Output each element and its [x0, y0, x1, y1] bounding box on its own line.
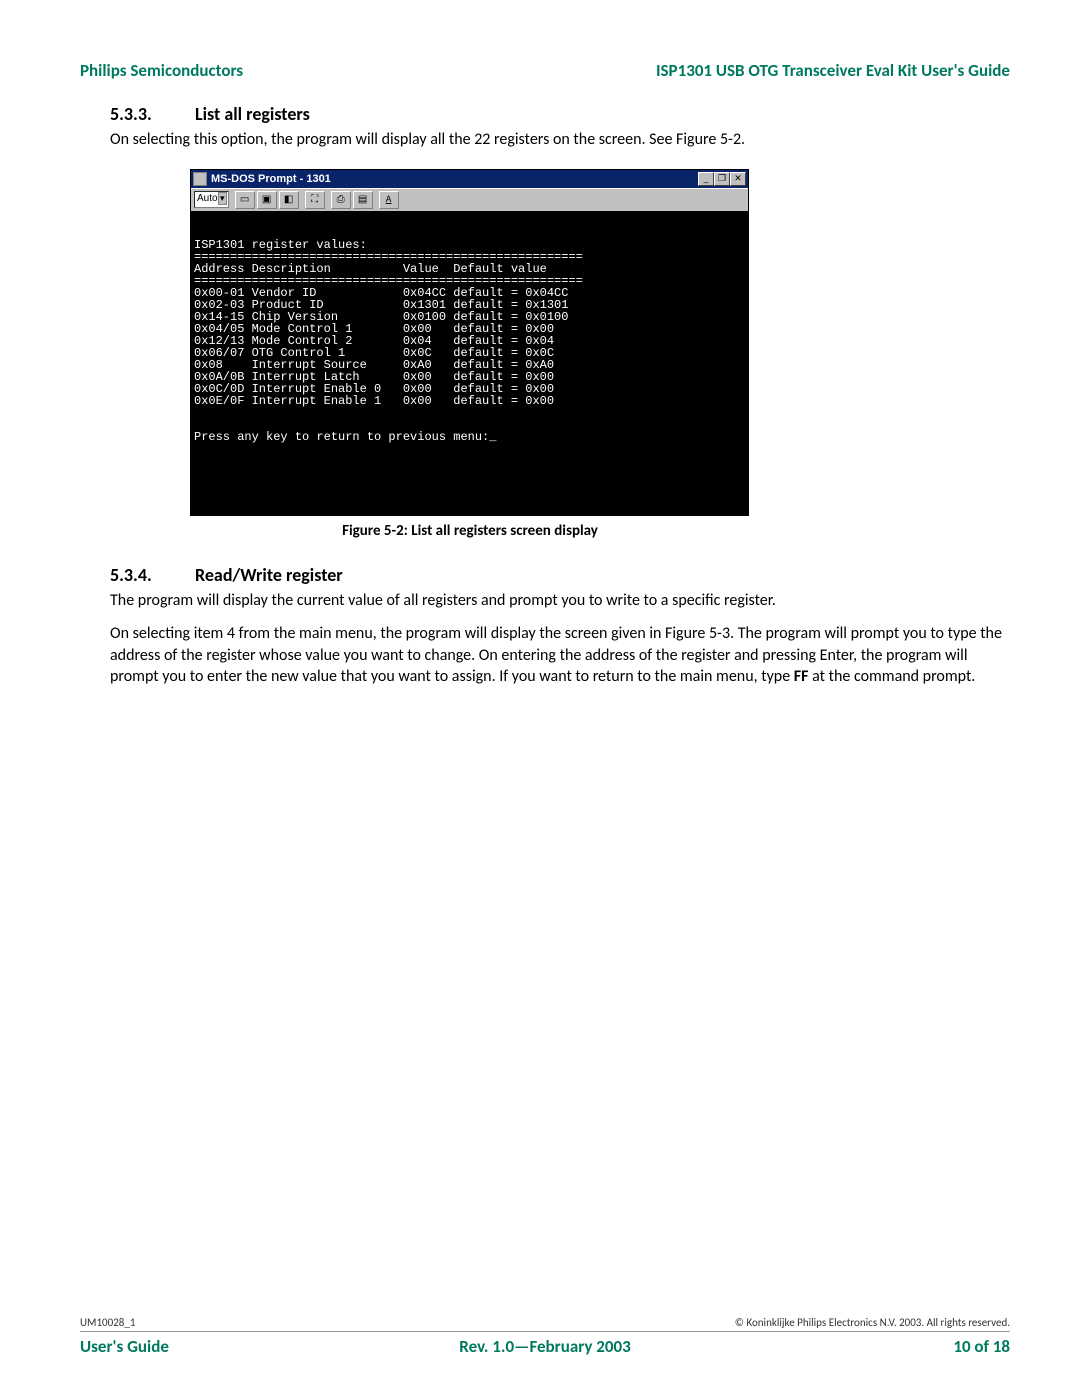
- page-header: Philips Semiconductors ISP1301 USB OTG T…: [80, 60, 1010, 81]
- footer-center: Rev. 1.0—February 2003: [390, 1336, 700, 1357]
- section-body-534a: The program will display the current val…: [110, 590, 1010, 612]
- section-title: List all registers: [195, 103, 310, 125]
- section-number: 5.3.4.: [110, 564, 195, 586]
- body-text-part: at the command prompt.: [808, 667, 975, 686]
- figure-caption: Figure 5-2: List all registers screen di…: [80, 522, 860, 540]
- page-footer: UM10028_1 © Koninklijke Philips Electron…: [80, 1316, 1010, 1357]
- toolbar-background-icon[interactable]: ▤: [353, 191, 373, 209]
- figure-5-2: MS-DOS Prompt - 1301 _ ❐ ✕ Auto ▭ ▣ ◧ ⛶ …: [190, 169, 1010, 540]
- dos-window: MS-DOS Prompt - 1301 _ ❐ ✕ Auto ▭ ▣ ◧ ⛶ …: [190, 169, 749, 516]
- close-button[interactable]: ✕: [730, 172, 746, 186]
- window-toolbar: Auto ▭ ▣ ◧ ⛶ ⎙ ▤ A: [191, 188, 748, 211]
- section-body-533: On selecting this option, the program wi…: [110, 129, 1010, 151]
- maximize-button[interactable]: ❐: [714, 172, 730, 186]
- section-title: Read/Write register: [195, 564, 343, 586]
- section-heading-533: 5.3.3. List all registers: [110, 103, 1010, 125]
- terminal-output: ISP1301 register values: ===============…: [191, 211, 748, 515]
- toolbar-font-icon[interactable]: A: [379, 191, 399, 209]
- footer-copyright: © Koninklijke Philips Electronics N.V. 2…: [735, 1316, 1010, 1329]
- footer-left: User's Guide: [80, 1336, 390, 1357]
- toolbar-fullscreen-icon[interactable]: ⛶: [305, 191, 325, 209]
- window-title: MS-DOS Prompt - 1301: [211, 173, 331, 185]
- toolbar-mark-icon[interactable]: ◧: [279, 191, 299, 209]
- toolbar-copy-icon[interactable]: ▭: [235, 191, 255, 209]
- footer-docid: UM10028_1: [80, 1316, 135, 1329]
- toolbar-properties-icon[interactable]: ⎙: [331, 191, 351, 209]
- window-titlebar: MS-DOS Prompt - 1301 _ ❐ ✕: [191, 170, 748, 188]
- toolbar-paste-icon[interactable]: ▣: [257, 191, 277, 209]
- app-icon: [193, 172, 207, 186]
- section-body-534b: On selecting item 4 from the main menu, …: [110, 623, 1010, 688]
- font-size-select[interactable]: Auto: [194, 191, 229, 208]
- minimize-button[interactable]: _: [698, 172, 714, 186]
- section-number: 5.3.3.: [110, 103, 195, 125]
- footer-right: 10 of 18: [700, 1336, 1010, 1357]
- header-company: Philips Semiconductors: [80, 60, 243, 81]
- body-text-bold: FF: [794, 667, 809, 686]
- header-doc-title: ISP1301 USB OTG Transceiver Eval Kit Use…: [656, 60, 1010, 81]
- section-heading-534: 5.3.4. Read/Write register: [110, 564, 1010, 586]
